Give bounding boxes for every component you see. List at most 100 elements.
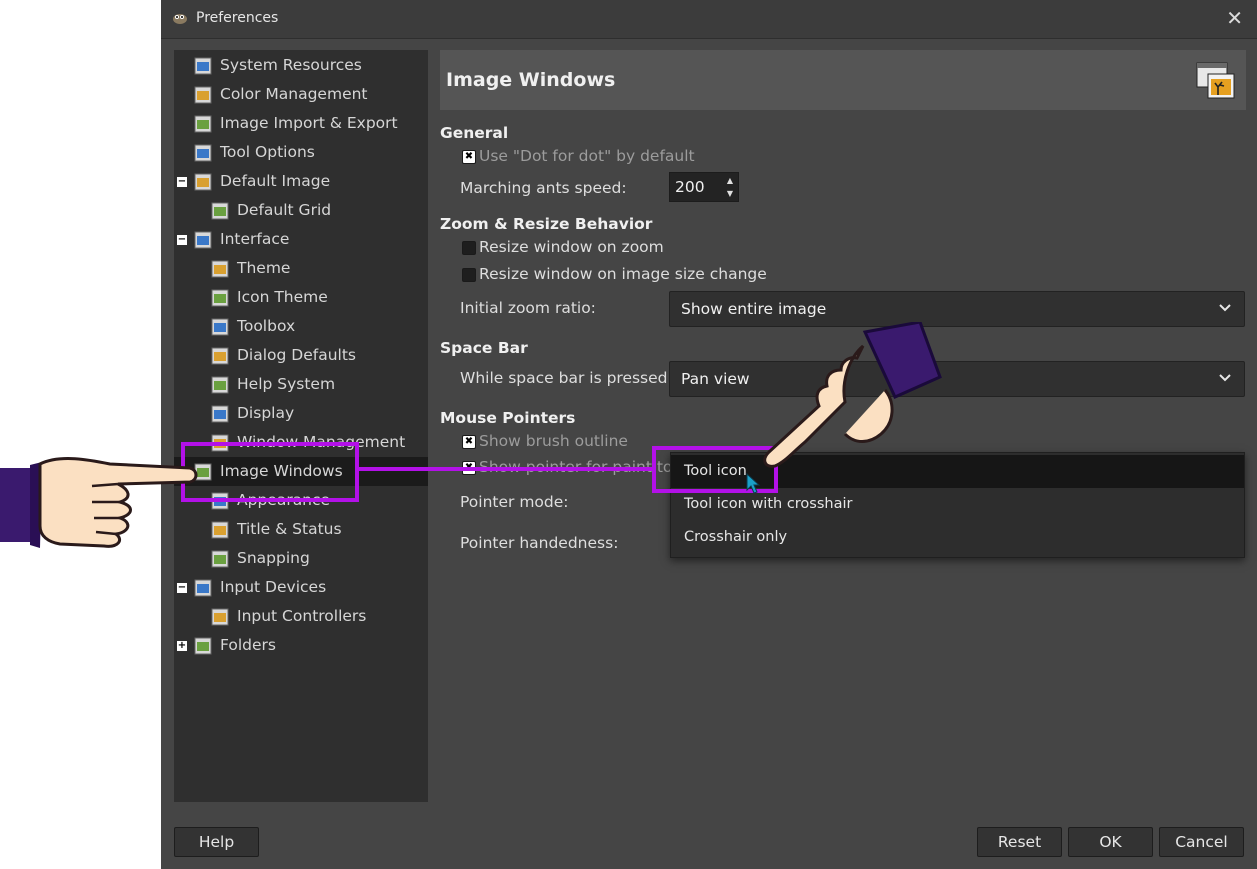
- ok-button[interactable]: OK: [1068, 827, 1153, 857]
- tree-item[interactable]: Snapping: [174, 544, 428, 573]
- input-devices-icon: [194, 579, 212, 597]
- gimp-logo-icon: [173, 14, 187, 24]
- tree-item-label: Icon Theme: [237, 288, 328, 306]
- initial-zoom-label: Initial zoom ratio:: [460, 299, 596, 317]
- pointing-hand-icon: [0, 457, 198, 548]
- spin-up-icon[interactable]: ▲: [723, 174, 737, 187]
- tree-item[interactable]: Display: [174, 399, 428, 428]
- grid-icon: [211, 202, 229, 220]
- reset-button[interactable]: Reset: [977, 827, 1062, 857]
- mouse-cursor-icon: [746, 473, 761, 494]
- dialog-defaults-icon: [211, 347, 229, 365]
- tree-item-label: Title & Status: [237, 520, 342, 538]
- expand-icon[interactable]: +: [177, 641, 187, 651]
- initial-zoom-value: Show entire image: [681, 300, 827, 318]
- tree-item-label: Help System: [237, 375, 336, 393]
- mouse-pointers-heading: Mouse Pointers: [440, 409, 576, 427]
- dot-for-dot-label: Use "Dot for dot" by default: [479, 147, 695, 165]
- tree-item[interactable]: + Folders: [174, 631, 428, 660]
- tree-item[interactable]: − Interface: [174, 225, 428, 254]
- tree-item[interactable]: Title & Status: [174, 515, 428, 544]
- resize-on-zoom-label: Resize window on zoom: [479, 238, 664, 256]
- space-bar-heading: Space Bar: [440, 339, 528, 357]
- tree-item-label: Snapping: [237, 549, 310, 567]
- brush-outline-checkbox[interactable]: ✖: [462, 435, 476, 449]
- title-status-icon: [211, 521, 229, 539]
- tree-item-label: Input Devices: [220, 578, 327, 596]
- space-bar-value: Pan view: [681, 370, 750, 388]
- marching-ants-spinner[interactable]: 200 ▲ ▼: [669, 172, 739, 202]
- marching-ants-value: 200: [675, 178, 705, 196]
- spin-down-icon[interactable]: ▼: [723, 187, 737, 200]
- tree-item[interactable]: − Default Image: [174, 167, 428, 196]
- resize-on-size-label: Resize window on image size change: [479, 265, 767, 283]
- lifebuoy-icon: [211, 376, 229, 394]
- tree-item[interactable]: Theme: [174, 254, 428, 283]
- icon-theme-icon: [211, 289, 229, 307]
- tree-item-label: Toolbox: [237, 317, 296, 335]
- page-title: Image Windows: [446, 69, 616, 91]
- tree-item-label: System Resources: [220, 56, 362, 74]
- cancel-button[interactable]: Cancel: [1159, 827, 1244, 857]
- folder-icon: [194, 637, 212, 655]
- default-image-icon: [194, 173, 212, 191]
- tree-item-label: Default Grid: [237, 201, 332, 219]
- tree-item[interactable]: Dialog Defaults: [174, 341, 428, 370]
- memory-chip-icon: [194, 57, 212, 75]
- page-header: Image Windows: [440, 50, 1246, 110]
- window-title: Preferences: [196, 10, 279, 26]
- resize-on-zoom-checkbox[interactable]: [462, 241, 476, 255]
- toolbox-icon: [211, 318, 229, 336]
- dot-for-dot-checkbox[interactable]: ✖: [462, 150, 476, 164]
- tree-item-label: Image Import & Export: [220, 114, 398, 132]
- pointing-hand-icon: [763, 322, 942, 468]
- tree-item-label: Tool Options: [220, 143, 315, 161]
- highlight-connector: [359, 467, 654, 471]
- marching-ants-label: Marching ants speed:: [460, 179, 627, 197]
- chevron-down-icon: [1219, 374, 1231, 382]
- tree-item[interactable]: Image Import & Export: [174, 109, 428, 138]
- tree-item[interactable]: − Input Devices: [174, 573, 428, 602]
- preferences-window: Preferences ✕ System Resources Color Mana…: [161, 0, 1257, 869]
- tree-item[interactable]: Tool Options: [174, 138, 428, 167]
- tool-options-icon: [194, 144, 212, 162]
- general-heading: General: [440, 124, 509, 142]
- dropdown-option[interactable]: Crosshair only: [671, 521, 1244, 554]
- tree-item[interactable]: System Resources: [174, 51, 428, 80]
- image-windows-icon: [1196, 62, 1235, 99]
- tree-item[interactable]: Help System: [174, 370, 428, 399]
- tree-item-label: Input Controllers: [237, 607, 367, 625]
- pointer-mode-label: Pointer mode:: [460, 493, 569, 511]
- interface-icon: [194, 231, 212, 249]
- tree-item[interactable]: Toolbox: [174, 312, 428, 341]
- dropdown-option-label: Tool icon with crosshair: [684, 496, 853, 512]
- display-icon: [211, 405, 229, 423]
- snapping-icon: [211, 550, 229, 568]
- tree-item-label: Theme: [237, 259, 291, 277]
- collapse-icon[interactable]: −: [177, 177, 187, 187]
- pointer-handedness-label: Pointer handedness:: [460, 534, 619, 552]
- color-triangle-icon: [194, 86, 212, 104]
- tree-item-label: Default Image: [220, 172, 331, 190]
- tree-item-label: Folders: [220, 636, 276, 654]
- preferences-tree: System Resources Color Management Image Im…: [174, 50, 428, 802]
- collapse-icon[interactable]: −: [177, 235, 187, 245]
- tree-item-label: Display: [237, 404, 295, 422]
- tree-item[interactable]: Input Controllers: [174, 602, 428, 631]
- zoom-heading: Zoom & Resize Behavior: [440, 215, 653, 233]
- dropdown-option-label: Crosshair only: [684, 529, 788, 545]
- tree-item[interactable]: Color Management: [174, 80, 428, 109]
- close-icon[interactable]: ✕: [1226, 7, 1243, 29]
- tree-highlight-box: [181, 442, 359, 502]
- tree-item-label: Dialog Defaults: [237, 346, 357, 364]
- help-button[interactable]: Help: [174, 827, 259, 857]
- resize-on-size-checkbox[interactable]: [462, 268, 476, 282]
- chevron-down-icon: [1219, 304, 1231, 312]
- brush-outline-label: Show brush outline: [479, 432, 628, 450]
- tree-item-label: Color Management: [220, 85, 368, 103]
- input-controllers-icon: [211, 608, 229, 626]
- collapse-icon[interactable]: −: [177, 583, 187, 593]
- tree-item[interactable]: Icon Theme: [174, 283, 428, 312]
- space-bar-label: While space bar is pressed:: [460, 369, 673, 387]
- tree-item[interactable]: Default Grid: [174, 196, 428, 225]
